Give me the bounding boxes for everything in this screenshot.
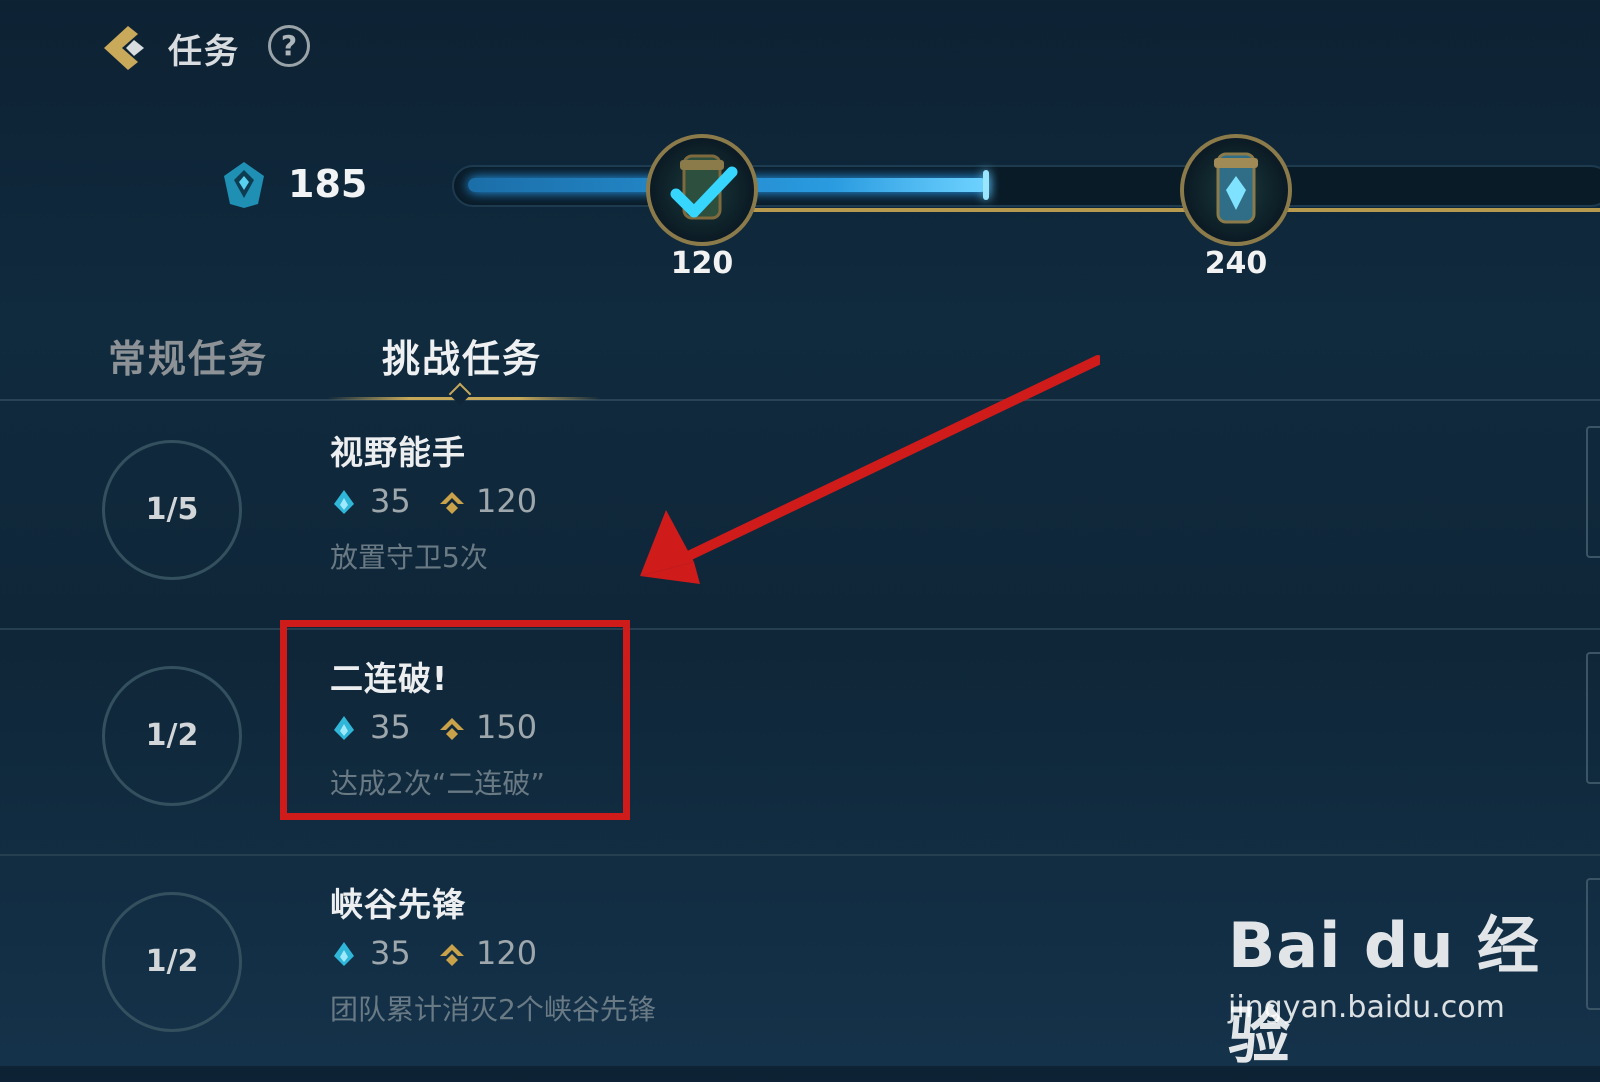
- blue-essence-icon: [334, 942, 354, 966]
- task-name: 视野能手: [330, 433, 466, 472]
- gold-chevron-icon: [440, 492, 464, 514]
- gold-chevron-icon: [440, 944, 464, 966]
- task-progress: 1/2: [102, 892, 242, 1032]
- progress-marker: [983, 170, 989, 200]
- blue-essence-icon: [224, 162, 264, 208]
- help-icon[interactable]: ?: [268, 25, 310, 67]
- points-value: 185: [288, 162, 368, 206]
- row-edge-frame: [1586, 652, 1600, 784]
- page-title: 任务: [168, 32, 240, 72]
- milestone-label: 120: [670, 246, 734, 281]
- annotation-arrow-icon: [640, 355, 1100, 584]
- milestone-reward-240[interactable]: 240: [1180, 114, 1300, 284]
- reward-capsule-icon: [646, 134, 758, 246]
- track-gold-segment: [740, 208, 1190, 212]
- reward-capsule-icon: [1180, 134, 1292, 246]
- reward-points-value: 120: [476, 482, 538, 520]
- annotation-highlight-box: [280, 620, 630, 820]
- task-progress: 1/2: [102, 666, 242, 806]
- watermark-url: jingyan.baidu.com: [1228, 990, 1505, 1025]
- tab-challenge-tasks[interactable]: 挑战任务: [382, 328, 542, 383]
- watermark-logo: Bai du 经验: [1228, 909, 1541, 1072]
- reward-essence-value: 35: [370, 482, 411, 520]
- track-gold-segment: [1280, 208, 1600, 212]
- tab-regular-tasks[interactable]: 常规任务: [108, 328, 268, 383]
- task-description: 放置守卫5次: [330, 541, 488, 574]
- task-description: 团队累计消灭2个峡谷先锋: [330, 993, 656, 1026]
- task-progress: 1/5: [102, 440, 242, 580]
- blue-essence-icon: [334, 490, 354, 514]
- task-name: 峡谷先锋: [330, 885, 466, 924]
- reward-essence-value: 35: [370, 934, 411, 972]
- row-edge-frame: [1586, 426, 1600, 558]
- reward-points-value: 120: [476, 934, 538, 972]
- back-chevron-icon: [104, 26, 144, 70]
- milestone-reward-120[interactable]: 120: [646, 114, 766, 284]
- task-row[interactable]: 1/2 二连破! 35 150 达成2次“二连破”: [0, 630, 1600, 856]
- active-tab-caret-icon: [448, 382, 472, 406]
- milestone-label: 240: [1204, 246, 1268, 281]
- back-button[interactable]: [98, 20, 154, 76]
